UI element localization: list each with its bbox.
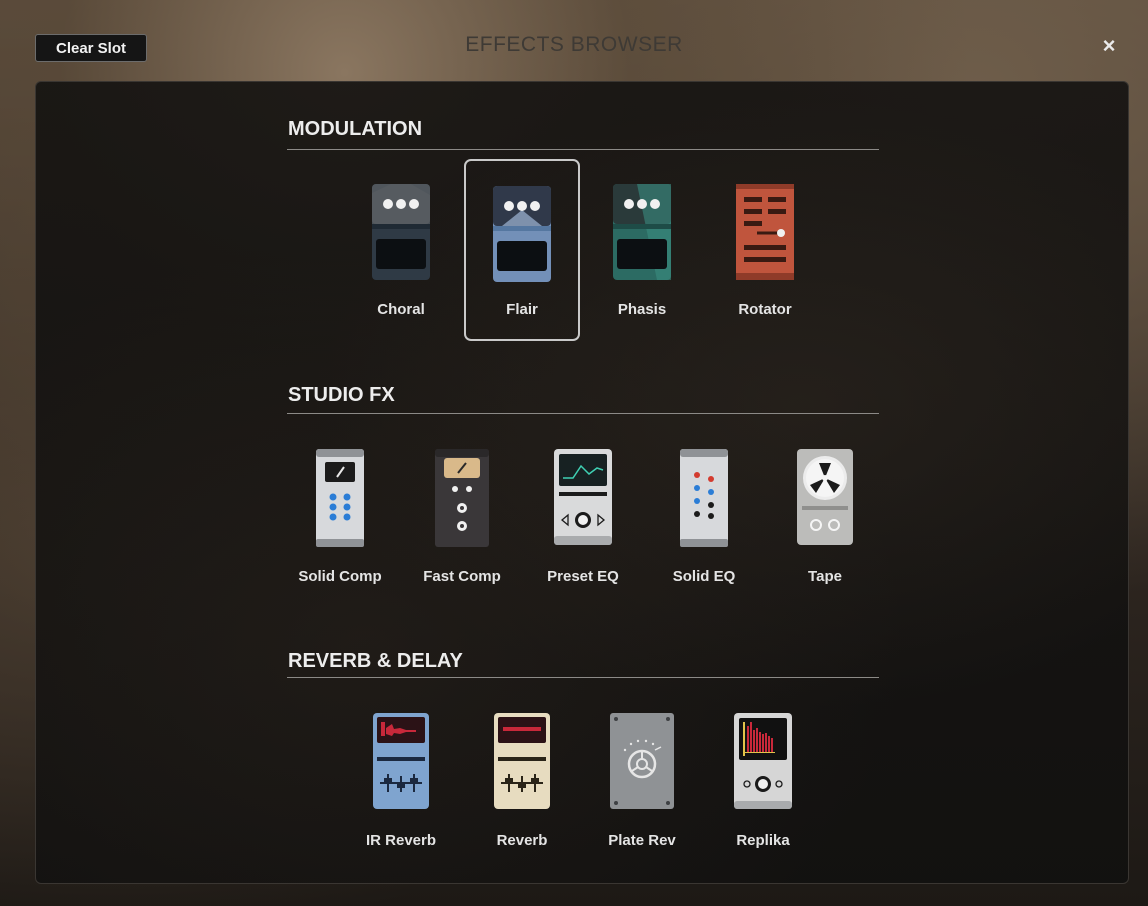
effect-choral[interactable]: Choral bbox=[345, 160, 457, 338]
section-divider bbox=[287, 677, 879, 678]
replika-delay-icon bbox=[734, 713, 792, 809]
effect-flair[interactable]: Flair bbox=[464, 159, 580, 341]
effect-plate-rev[interactable]: Plate Rev bbox=[586, 700, 698, 878]
effect-replika[interactable]: Replika bbox=[707, 700, 819, 878]
reverb-icon bbox=[494, 713, 550, 809]
effect-reverb[interactable]: Reverb bbox=[466, 700, 578, 878]
choral-pedal-icon bbox=[372, 184, 430, 280]
plate-reverb-icon bbox=[610, 713, 674, 809]
section-title-reverb-delay: REVERB & DELAY bbox=[288, 650, 463, 672]
close-icon[interactable]: × bbox=[1098, 34, 1120, 58]
header-bar: Clear Slot EFFECTS BROWSER × bbox=[0, 0, 1148, 80]
effect-preset-eq[interactable]: Preset EQ bbox=[527, 440, 639, 618]
section-title-modulation: MODULATION bbox=[288, 118, 423, 140]
page-title: EFFECTS BROWSER bbox=[465, 33, 683, 56]
effect-tape[interactable]: Tape bbox=[769, 440, 881, 618]
effect-label: Tape bbox=[808, 568, 842, 585]
effect-fast-comp[interactable]: Fast Comp bbox=[406, 440, 518, 618]
fast-comp-icon bbox=[435, 449, 489, 547]
effect-ir-reverb[interactable]: IR Reverb bbox=[345, 700, 457, 878]
effect-phasis[interactable]: Phasis bbox=[586, 160, 698, 338]
tape-icon bbox=[797, 449, 853, 545]
effect-rotator[interactable]: Rotator bbox=[709, 160, 821, 338]
section-divider bbox=[287, 149, 879, 150]
phasis-pedal-icon bbox=[613, 184, 671, 280]
effect-label: Replika bbox=[736, 832, 790, 849]
effect-solid-comp[interactable]: Solid Comp bbox=[284, 440, 396, 618]
preset-eq-icon bbox=[554, 449, 612, 545]
effect-label: Rotator bbox=[738, 301, 792, 318]
flair-pedal-icon bbox=[493, 186, 551, 282]
solid-comp-icon bbox=[316, 449, 364, 547]
effect-solid-eq[interactable]: Solid EQ bbox=[648, 440, 760, 618]
section-divider bbox=[287, 413, 879, 414]
ir-reverb-icon bbox=[373, 713, 429, 809]
section-title-studio-fx: STUDIO FX bbox=[288, 384, 395, 406]
solid-eq-icon bbox=[680, 449, 728, 547]
rotator-pedal-icon bbox=[736, 184, 794, 280]
